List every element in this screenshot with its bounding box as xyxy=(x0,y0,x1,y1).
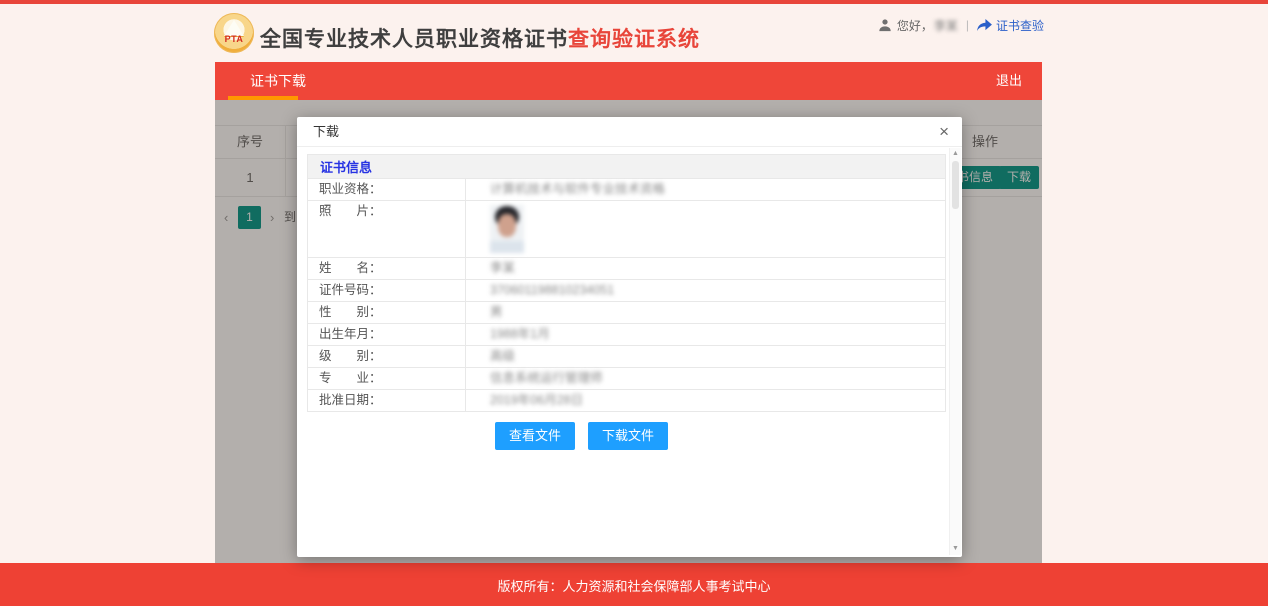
view-file-button[interactable]: 查看文件 xyxy=(495,422,575,450)
modal-header[interactable]: 下载 × xyxy=(297,117,962,147)
certificate-field-row: 性 别： 男 xyxy=(308,302,945,324)
field-value-text: 信息系统运行管理师 xyxy=(490,371,603,385)
modal-body: 证书信息 职业资格： 计算机技术与软件专业技术资格 照 片： 姓 名： 李某 证… xyxy=(307,147,946,557)
field-value: 370601198810234051 xyxy=(466,280,945,301)
greeting-text: 您好， xyxy=(897,17,933,34)
field-label: 照 片： xyxy=(308,201,466,257)
main-navbar: 证书下载 退出 xyxy=(215,62,1042,100)
certificate-field-row: 专 业： 信息系统运行管理师 xyxy=(308,368,945,390)
page-title-accent: 查询验证系统 xyxy=(568,28,700,51)
field-value-text: 高级 xyxy=(490,349,515,363)
field-value: 李某 xyxy=(466,258,945,279)
field-value-text: 计算机技术与软件专业技术资格 xyxy=(490,182,665,196)
field-label: 性 别： xyxy=(308,302,466,323)
certificate-info-section-title: 证书信息 xyxy=(307,154,946,179)
modal-scrollbar[interactable]: ▲ ▼ xyxy=(949,148,961,555)
share-arrow-icon xyxy=(977,19,992,32)
tab-certificate-download[interactable]: 证书下载 xyxy=(228,62,328,100)
user-bar: 您好， 李某 | 证书查验 xyxy=(878,16,1044,34)
scrollbar-down-icon[interactable]: ▼ xyxy=(950,544,961,554)
certificate-field-row: 姓 名： 李某 xyxy=(308,258,945,280)
download-file-button[interactable]: 下载文件 xyxy=(588,422,668,450)
certificate-field-row: 级 别： 高级 xyxy=(308,346,945,368)
photo-shirt xyxy=(490,241,524,253)
field-value: 信息系统运行管理师 xyxy=(466,368,945,389)
field-label: 姓 名： xyxy=(308,258,466,279)
certificate-field-row: 职业资格： 计算机技术与软件专业技术资格 xyxy=(308,179,945,201)
close-icon[interactable]: × xyxy=(939,117,949,147)
photo-face xyxy=(498,214,516,237)
field-value-text: 李某 xyxy=(490,261,515,275)
pta-logo: PTA xyxy=(214,13,254,53)
certificate-info-table: 职业资格： 计算机技术与软件专业技术资格 照 片： 姓 名： 李某 证件号码： … xyxy=(307,179,946,412)
modal-title: 下载 xyxy=(313,117,339,147)
certificate-verify-link[interactable]: 证书查验 xyxy=(977,17,1044,34)
modal-actions: 查看文件 下载文件 xyxy=(307,422,946,450)
field-label: 级 别： xyxy=(308,346,466,367)
field-value: 高级 xyxy=(466,346,945,367)
portrait-photo xyxy=(490,205,524,253)
field-value: 1988年1月 xyxy=(466,324,945,345)
field-label: 出生年月： xyxy=(308,324,466,345)
certificate-field-row: 证件号码： 370601198810234051 xyxy=(308,280,945,302)
top-red-strip xyxy=(0,0,1268,4)
user-icon xyxy=(878,18,892,32)
field-value-text: 2019年06月28日 xyxy=(490,393,583,407)
certificate-field-row: 批准日期： 2019年06月28日 xyxy=(308,390,945,411)
logout-button[interactable]: 退出 xyxy=(996,62,1022,100)
separator: | xyxy=(966,18,969,32)
field-label: 职业资格： xyxy=(308,179,466,200)
username: 李某 xyxy=(934,17,958,34)
field-value-text: 男 xyxy=(490,305,503,319)
field-value: 男 xyxy=(466,302,945,323)
field-label: 证件号码： xyxy=(308,280,466,301)
field-value: 2019年06月28日 xyxy=(466,390,945,411)
field-label: 专 业： xyxy=(308,368,466,389)
certificate-field-row: 照 片： xyxy=(308,201,945,258)
field-value-text: 1988年1月 xyxy=(490,327,550,341)
field-value-text: 370601198810234051 xyxy=(490,283,614,297)
verify-link-label: 证书查验 xyxy=(996,17,1044,34)
page-title: 全国专业技术人员职业资格证书查询验证系统 xyxy=(260,23,700,53)
field-value xyxy=(466,201,945,257)
page-title-main: 全国专业技术人员职业资格证书 xyxy=(260,28,568,51)
scrollbar-thumb[interactable] xyxy=(952,161,959,209)
field-label: 批准日期： xyxy=(308,390,466,411)
footer-copyright: 版权所有：人力资源和社会保障部人事考试中心 xyxy=(0,563,1268,606)
certificate-field-row: 出生年月： 1988年1月 xyxy=(308,324,945,346)
download-modal: 下载 × 证书信息 职业资格： 计算机技术与软件专业技术资格 照 片： 姓 名：… xyxy=(297,117,962,557)
logo-text: PTA xyxy=(214,34,254,44)
field-value: 计算机技术与软件专业技术资格 xyxy=(466,179,945,200)
scrollbar-up-icon[interactable]: ▲ xyxy=(950,149,961,159)
